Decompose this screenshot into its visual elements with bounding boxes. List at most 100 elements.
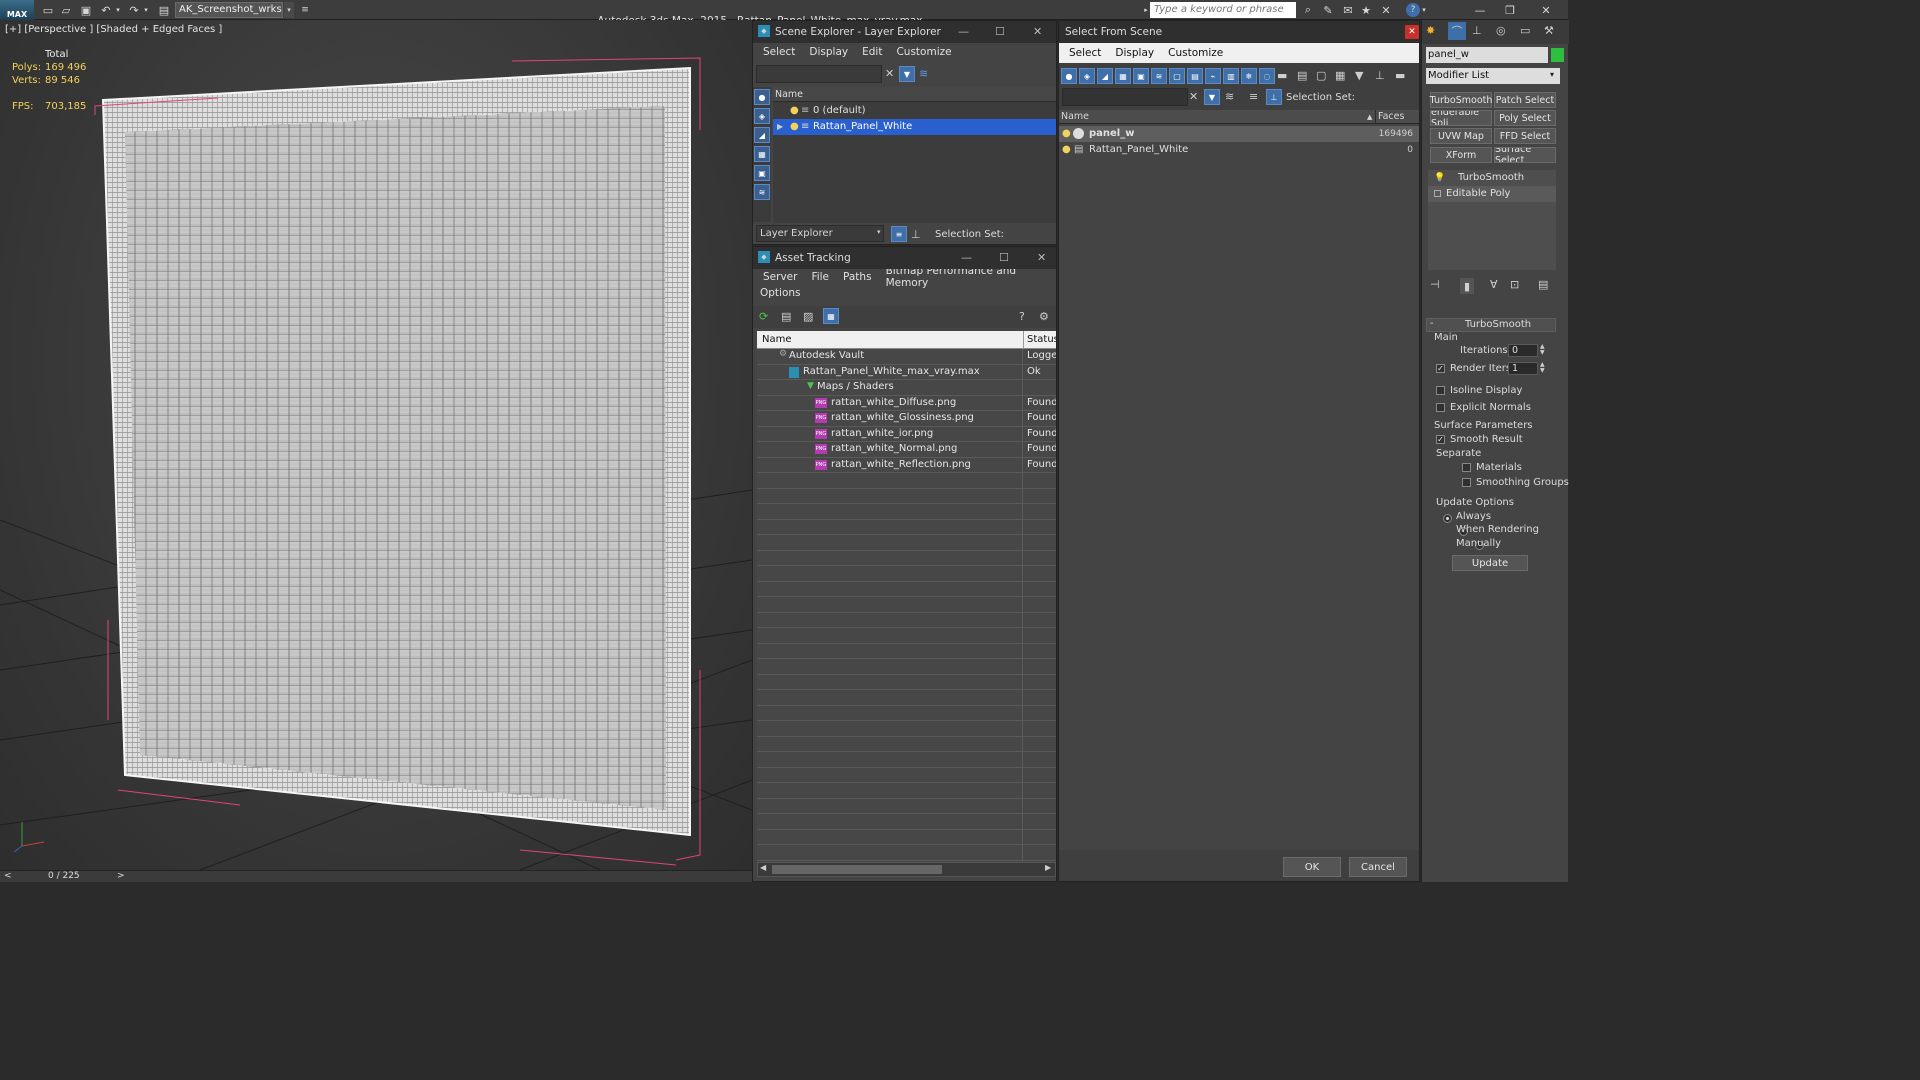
redo-dropdown-icon[interactable]: ▾	[142, 2, 150, 18]
display-shapes-icon[interactable]: ◈	[754, 108, 770, 124]
filter-bones-icon[interactable]: ⌁	[1205, 68, 1221, 84]
render-iters-spinner-arrows-icon[interactable]: ▲ ▼	[1540, 362, 1545, 374]
menu-options[interactable]: Options	[760, 287, 801, 299]
object-color-swatch[interactable]	[1551, 48, 1564, 62]
explorer-type-dropdown[interactable]: Layer Explorer	[756, 225, 884, 242]
utilities-tab-icon[interactable]: ⚒	[1544, 24, 1554, 37]
viewport-label[interactable]: [+] [Perspective ] [Shaded + Edged Faces…	[5, 24, 222, 35]
filter-hidden-icon[interactable]: ◌	[1259, 68, 1275, 84]
asset-row[interactable]: ▼ Maps / Shaders	[757, 380, 1056, 396]
asset-row[interactable]: Rattan_Panel_White_max_vray.max Ok	[757, 365, 1056, 380]
menu-customize[interactable]: Customize	[896, 46, 951, 58]
col-name-header[interactable]: Name	[762, 331, 792, 349]
col-status-header[interactable]: Status	[1027, 331, 1056, 349]
explicit-normals-checkbox[interactable]	[1436, 403, 1445, 412]
expand-arrow-icon[interactable]: ▶	[777, 119, 783, 135]
modifier-list-arrow-icon[interactable]: ▾	[1550, 70, 1554, 79]
modifier-on-icon[interactable]: 💡	[1434, 170, 1445, 186]
select-col-faces[interactable]: Faces	[1378, 110, 1404, 124]
layer-tree-header[interactable]: Name	[773, 87, 1056, 102]
render-iters-checkbox[interactable]: ✓	[1436, 364, 1445, 373]
ok-button[interactable]: OK	[1283, 857, 1341, 877]
renderable-spline-button[interactable]: enderable Spli	[1430, 110, 1492, 126]
project-folder-icon[interactable]: ▤	[156, 2, 172, 18]
collapse-icon[interactable]: ▬	[1395, 69, 1405, 82]
save-file-icon[interactable]: ▣	[78, 2, 94, 18]
help-icon[interactable]: ?	[1406, 3, 1420, 17]
undo-dropdown-icon[interactable]: ▾	[114, 2, 122, 18]
turbosmooth-set-button[interactable]: TurboSmooth	[1430, 92, 1492, 108]
layer-tools-icon[interactable]: ≋	[919, 67, 928, 80]
scroll-right-icon[interactable]: ▶	[1045, 863, 1051, 872]
cancel-button[interactable]: Cancel	[1349, 857, 1407, 877]
select-none-icon[interactable]: ▢	[1316, 69, 1326, 82]
menu-display[interactable]: Display	[809, 46, 848, 58]
create-tab-icon[interactable]: ✸	[1426, 24, 1435, 37]
display-geometry-icon[interactable]: ●	[754, 89, 770, 105]
exchange-icon[interactable]: ✕	[1378, 2, 1394, 18]
modifier-list-dropdown[interactable]: Modifier List	[1426, 68, 1560, 84]
scroll-thumb[interactable]	[772, 865, 942, 874]
asset-row[interactable]: PNG rattan_white_ior.png Found	[757, 427, 1056, 442]
select-layer-tools-icon[interactable]: ≋	[1225, 90, 1234, 103]
display-cameras-icon[interactable]: ▦	[754, 146, 770, 162]
filter-shapes-icon[interactable]: ◈	[1079, 68, 1095, 84]
poly-select-button[interactable]: Poly Select	[1494, 110, 1556, 126]
asset-row[interactable]: PNG rattan_white_Reflection.png Found	[757, 458, 1056, 473]
sort-ascending-icon[interactable]: ▲	[1367, 110, 1372, 124]
communication-icon[interactable]: ✉	[1340, 2, 1356, 18]
time-slider[interactable]: < 0 / 225 >	[0, 870, 752, 882]
lightbulb-icon[interactable]: ●	[1062, 126, 1071, 142]
menu-edit[interactable]: Edit	[862, 46, 882, 58]
patch-select-button[interactable]: Patch Select	[1494, 92, 1556, 108]
smoothing-groups-checkbox[interactable]	[1462, 478, 1471, 487]
binoculars-icon[interactable]: ⌕	[1300, 2, 1316, 18]
configure-sets-icon[interactable]: ▤	[1538, 278, 1548, 291]
lightbulb-icon[interactable]: ●	[790, 119, 799, 135]
menu-file[interactable]: File	[811, 271, 829, 283]
search-input[interactable]: Type a keyword or phrase	[1150, 2, 1296, 18]
time-frame-counter[interactable]: 0 / 225	[48, 871, 80, 881]
object-row-rattan-layer[interactable]: ● ▤ Rattan_Panel_White 0	[1059, 142, 1419, 158]
display-spacewarps-icon[interactable]: ≋	[754, 184, 770, 200]
select-filter-toggle-icon[interactable]: ▼	[1204, 89, 1220, 105]
hierarchy-icon[interactable]: ⊥	[911, 228, 921, 241]
menu-customize[interactable]: Customize	[1168, 47, 1223, 59]
asset-tracking-maximize-icon[interactable]: ☐	[999, 251, 1009, 264]
filter-geometry-icon[interactable]: ●	[1061, 68, 1077, 84]
minimize-icon[interactable]: —	[1472, 2, 1488, 18]
restore-icon[interactable]: ❐	[1502, 2, 1518, 18]
select-hierarchy-view-icon[interactable]: ⊥	[1266, 89, 1282, 105]
clear-find-icon[interactable]: ✕	[885, 67, 894, 80]
asset-row[interactable]: PNG rattan_white_Glossiness.png Found	[757, 411, 1056, 427]
expand-stack-icon[interactable]	[1434, 190, 1441, 197]
explorer-dropdown-arrow-icon[interactable]: ▾	[877, 228, 881, 236]
scene-explorer-close-icon[interactable]: ✕	[1033, 25, 1042, 38]
time-next-button[interactable]: >	[117, 871, 125, 881]
filter-toggle-icon[interactable]: ▼	[899, 66, 915, 82]
lightbulb-icon[interactable]: ●	[1062, 142, 1071, 158]
object-name-input[interactable]: panel_w	[1426, 47, 1548, 63]
render-iters-spinner[interactable]: 1	[1508, 362, 1538, 375]
stack-item-editable-poly[interactable]: Editable Poly	[1428, 186, 1556, 202]
update-button[interactable]: Update	[1452, 555, 1528, 571]
new-file-icon[interactable]: ▭	[40, 2, 56, 18]
layer-row-default[interactable]: ● ≡ 0 (default)	[773, 103, 1056, 119]
asset-settings-icon[interactable]: ⚙	[1039, 310, 1049, 323]
filter-funnel-icon[interactable]: ▼	[1355, 69, 1363, 82]
filter-containers-icon[interactable]: ▥	[1223, 68, 1239, 84]
display-tab-icon[interactable]: ▭	[1520, 24, 1530, 37]
xform-button[interactable]: XForm	[1430, 147, 1492, 163]
filter-groups-icon[interactable]: ▢	[1169, 68, 1185, 84]
select-all-icon[interactable]: ▤	[1297, 69, 1307, 82]
layer-row-rattan[interactable]: ▶ ● ≡ Rattan_Panel_White	[773, 119, 1056, 135]
select-invert-icon[interactable]: ▦	[1335, 69, 1345, 82]
rattan-panel-weave[interactable]	[125, 106, 666, 810]
select-clear-find-icon[interactable]: ✕	[1189, 90, 1198, 103]
turbosmooth-rollout-header[interactable]: - TurboSmooth	[1426, 318, 1556, 332]
select-layer-view-icon[interactable]: ≡	[1249, 90, 1258, 103]
filter-helpers-icon[interactable]: ▣	[1133, 68, 1149, 84]
table-view-icon[interactable]: ▦	[823, 308, 839, 324]
show-end-result-icon[interactable]: ▮	[1460, 278, 1474, 294]
select-dialog-close-icon[interactable]: ✕	[1405, 25, 1419, 39]
